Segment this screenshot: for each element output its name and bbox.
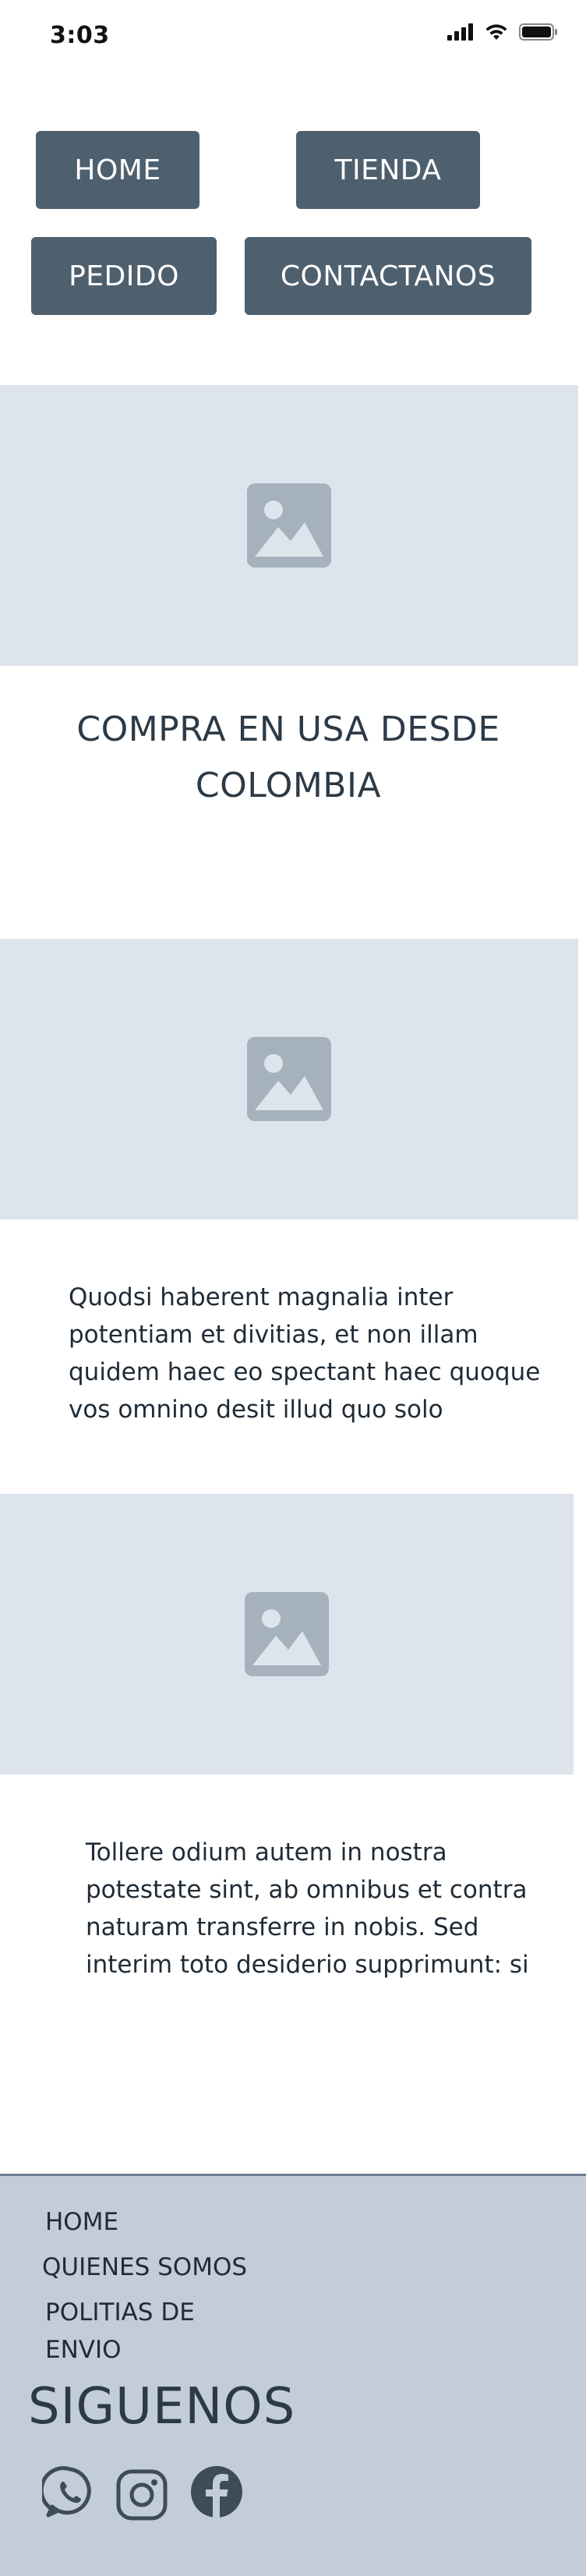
follow-title: SIGUENOS	[28, 2378, 296, 2436]
footer-link-quienes-somos[interactable]: QUIENES SOMOS	[42, 2249, 247, 2286]
footer-link-home[interactable]: HOME	[45, 2203, 118, 2241]
nav-contactanos-button[interactable]: CONTACTANOS	[245, 237, 531, 315]
hero-headline: COMPRA EN USA DESDE COLOMBIA	[76, 709, 500, 805]
whatsapp-icon[interactable]	[42, 2464, 98, 2520]
image-icon	[245, 1592, 329, 1676]
nav-pedido-button[interactable]: PEDIDO	[31, 237, 217, 315]
image-placeholder	[0, 939, 578, 1219]
facebook-icon[interactable]	[189, 2464, 245, 2520]
image-placeholder	[0, 385, 578, 666]
section-paragraph: Tollere odium autem in nostra potestate …	[86, 1838, 529, 1979]
wifi-icon	[485, 24, 507, 40]
battery-icon	[519, 23, 557, 41]
image-placeholder	[0, 1494, 574, 1775]
image-icon	[247, 1037, 331, 1121]
status-icons	[447, 23, 558, 41]
signal-icon	[447, 23, 473, 41]
status-time: 3:03	[50, 22, 110, 49]
nav-home-button[interactable]: HOME	[36, 131, 199, 209]
instagram-icon[interactable]	[114, 2467, 170, 2523]
footer-link-politicas-envio[interactable]: POLITIAS DE ENVIO	[45, 2294, 240, 2369]
image-icon	[247, 483, 331, 568]
nav-tienda-button[interactable]: TIENDA	[296, 131, 480, 209]
section-paragraph: Quodsi haberent magnalia inter potentiam…	[69, 1283, 541, 1424]
